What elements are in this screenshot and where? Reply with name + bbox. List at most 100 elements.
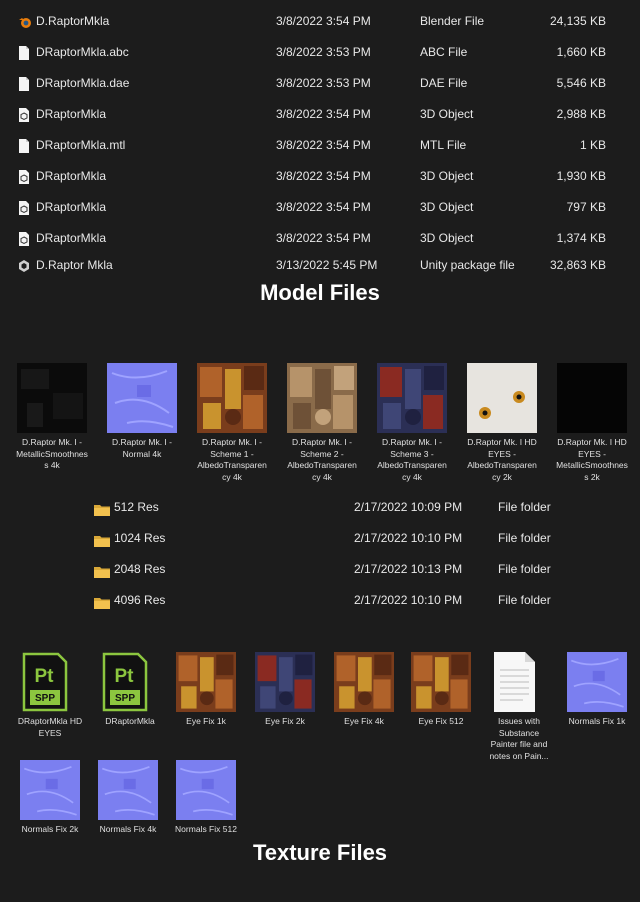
texture-preview-image: [255, 652, 315, 712]
folder-type: File folder: [498, 562, 551, 576]
file-date: 3/8/2022 3:54 PM: [276, 200, 371, 214]
texture-thumbnail[interactable]: Eye Fix 2k: [251, 652, 319, 728]
texture-thumbnail[interactable]: D.Raptor Mk. I HD EYES - AlbedoTranspare…: [466, 363, 538, 483]
file-name: DRaptorMkla: [36, 231, 107, 245]
file-type: ABC File: [420, 45, 468, 59]
model-file-row[interactable]: DRaptorMkla 3/8/2022 3:54 PM 3D Object 2,98…: [0, 103, 640, 125]
file-name: DRaptorMkla: [36, 200, 107, 214]
texture-thumbnail[interactable]: D.Raptor Mk. I - Scheme 3 - AlbedoTransp…: [376, 363, 448, 483]
folder-name: 512 Res: [114, 500, 159, 514]
texture-preview-image: [557, 363, 627, 433]
thumbnail-caption: DRaptorMkla HD EYES: [17, 716, 83, 738]
file-type: DAE File: [420, 76, 468, 90]
file-name: DRaptorMkla: [36, 107, 107, 121]
folder-row[interactable]: 1024 Res 2/17/2022 10:10 PM File folder: [0, 527, 640, 549]
folder-row[interactable]: 4096 Res 2/17/2022 10:10 PM File folder: [0, 589, 640, 611]
texture-thumbnail[interactable]: D.Raptor Mk. I HD EYES - MetallicSmoothn…: [556, 363, 628, 483]
thumbnail-caption: D.Raptor Mk. I - Scheme 2 - AlbedoTransp…: [287, 437, 357, 482]
texture-thumbnail[interactable]: Normals Fix 1k: [563, 652, 631, 728]
texture-preview-image: [17, 363, 87, 433]
file-date: 3/8/2022 3:54 PM: [276, 107, 371, 121]
folder-type: File folder: [498, 500, 551, 514]
thumbnail-caption: Eye Fix 512: [418, 716, 464, 726]
texture-preview-image: [411, 652, 471, 712]
file-name: DRaptorMkla.abc: [36, 45, 129, 59]
texture-thumbnail[interactable]: Eye Fix 512: [407, 652, 475, 728]
texture-thumbnail[interactable]: D.Raptor Mk. I - Scheme 1 - AlbedoTransp…: [196, 363, 268, 483]
folder-name: 1024 Res: [114, 531, 166, 545]
texture-thumbnail[interactable]: D.Raptor Mk. I - Normal 4k: [106, 363, 178, 460]
thumbnail-caption: D.Raptor Mk. I - Scheme 3 - AlbedoTransp…: [377, 437, 447, 482]
file-date: 3/8/2022 3:54 PM: [276, 14, 371, 28]
model-file-row[interactable]: DRaptorMkla.dae 3/8/2022 3:53 PM DAE File 5…: [0, 72, 640, 94]
file-date: 3/8/2022 3:54 PM: [276, 231, 371, 245]
folder-date: 2/17/2022 10:13 PM: [354, 562, 463, 576]
file-icon: [18, 76, 31, 91]
file-date: 3/8/2022 3:54 PM: [276, 169, 371, 183]
unity-icon: [18, 258, 31, 272]
thumbnail-caption: D.Raptor Mk. I HD EYES - MetallicSmoothn…: [556, 437, 628, 482]
folder-date: 2/17/2022 10:10 PM: [354, 593, 463, 607]
svg-text:SPP: SPP: [35, 693, 55, 704]
texture-thumbnail[interactable]: D.Raptor Mk. I - MetallicSmoothness 4k: [16, 363, 88, 472]
texture-thumbnail[interactable]: Pt SPP DRaptorMkla: [96, 652, 164, 728]
model-file-row[interactable]: DRaptorMkla.abc 3/8/2022 3:53 PM ABC File 1…: [0, 41, 640, 63]
texture-thumbnail[interactable]: Eye Fix 4k: [330, 652, 398, 728]
model-files-title: Model Files: [260, 280, 380, 305]
texture-thumbnail[interactable]: D.Raptor Mk. I - Scheme 2 - AlbedoTransp…: [286, 363, 358, 483]
texture-preview-image: [20, 760, 80, 820]
model-file-row[interactable]: DRaptorMkla 3/8/2022 3:54 PM 3D Object 797 …: [0, 196, 640, 218]
texture-preview-image: [197, 363, 267, 433]
texture-thumbnail[interactable]: Normals Fix 4k: [94, 760, 162, 836]
file-size: 5,546 KB: [556, 76, 606, 90]
file-date: 3/8/2022 3:53 PM: [276, 45, 371, 59]
substance-painter-icon: Pt SPP: [20, 652, 80, 712]
file-type: MTL File: [420, 138, 467, 152]
texture-thumbnail[interactable]: Eye Fix 1k: [172, 652, 240, 728]
thumbnail-caption: DRaptorMkla: [105, 716, 155, 726]
texture-thumbnail[interactable]: Pt SPP DRaptorMkla HD EYES: [16, 652, 84, 739]
texture-thumbnail[interactable]: Issues with Substance Painter file and n…: [485, 652, 553, 762]
model-file-row[interactable]: D.Raptor Mkla 3/13/2022 5:45 PM Unity pack…: [0, 254, 640, 276]
thumbnail-caption: Normals Fix 4k: [99, 824, 157, 834]
3d-object-icon: [18, 200, 31, 215]
texture-files-title: Texture Files: [252, 840, 388, 865]
texture-preview-image: [107, 363, 177, 433]
file-type: 3D Object: [420, 169, 474, 183]
thumbnail-caption: D.Raptor Mk. I - Normal 4k: [112, 437, 172, 459]
thumbnail-caption: D.Raptor Mk. I HD EYES - AlbedoTranspare…: [467, 437, 537, 482]
folder-row[interactable]: 512 Res 2/17/2022 10:09 PM File folder: [0, 496, 640, 518]
thumbnail-caption: Normals Fix 512: [175, 824, 237, 834]
texture-preview-image: [98, 760, 158, 820]
texture-thumbnail[interactable]: Normals Fix 512: [172, 760, 240, 836]
model-file-row[interactable]: DRaptorMkla.mtl 3/8/2022 3:54 PM MTL File 1…: [0, 134, 640, 156]
file-size: 2,988 KB: [556, 107, 606, 121]
file-size: 1,930 KB: [556, 169, 606, 183]
folder-type: File folder: [498, 593, 551, 607]
file-date: 3/13/2022 5:45 PM: [276, 258, 378, 272]
file-size: 1 KB: [579, 138, 606, 152]
thumbnail-caption: Normals Fix 2k: [21, 824, 79, 834]
file-name: DRaptorMkla.dae: [36, 76, 130, 90]
texture-preview-image: [377, 363, 447, 433]
texture-preview-image: [467, 363, 537, 433]
folder-row[interactable]: 2048 Res 2/17/2022 10:13 PM File folder: [0, 558, 640, 580]
model-file-row[interactable]: DRaptorMkla 3/8/2022 3:54 PM 3D Object 1,37…: [0, 227, 640, 249]
model-file-row[interactable]: DRaptorMkla 3/8/2022 3:54 PM 3D Object 1,93…: [0, 165, 640, 187]
folder-icon: [94, 501, 110, 516]
file-type: 3D Object: [420, 200, 474, 214]
file-size: 24,135 KB: [549, 14, 606, 28]
folder-icon: [94, 594, 110, 609]
texture-thumbnail[interactable]: Normals Fix 2k: [16, 760, 84, 836]
file-name: DRaptorMkla.mtl: [36, 138, 126, 152]
folder-date: 2/17/2022 10:09 PM: [354, 500, 463, 514]
file-type: 3D Object: [420, 231, 474, 245]
file-date: 3/8/2022 3:54 PM: [276, 138, 371, 152]
thumbnail-caption: Normals Fix 1k: [568, 716, 626, 726]
thumbnail-caption: Issues with Substance Painter file and n…: [489, 716, 549, 761]
svg-text:Pt: Pt: [35, 666, 55, 687]
svg-text:SPP: SPP: [115, 693, 135, 704]
thumbnail-caption: Eye Fix 2k: [265, 716, 305, 726]
thumbnail-caption: D.Raptor Mk. I - Scheme 1 - AlbedoTransp…: [197, 437, 267, 482]
model-file-row[interactable]: D.RaptorMkla 3/8/2022 3:54 PM Blender File…: [0, 10, 640, 32]
